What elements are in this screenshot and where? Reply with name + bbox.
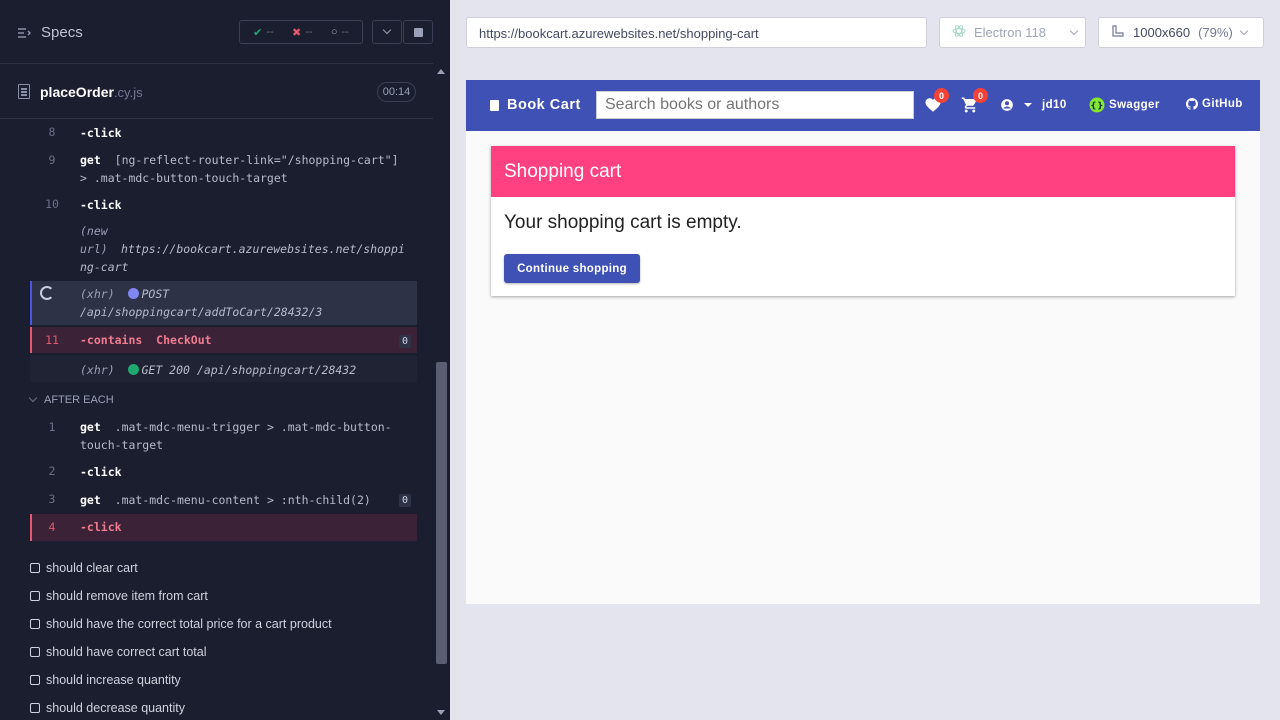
pending-count: -- <box>341 26 349 38</box>
command-row-xhr-pending[interactable]: (xhr) POST/api/shoppingcart/addToCart/28… <box>30 281 417 325</box>
expand-button[interactable] <box>372 20 402 44</box>
command-row-new-url[interactable]: (new url) https://bookcart.azurewebsites… <box>30 221 417 279</box>
app-under-test: Book Cart 0 0 jd10 {} Swagger GitHub Sho… <box>466 80 1260 604</box>
test-pending-icon <box>30 675 40 685</box>
duration-badge: 00:14 <box>377 82 416 102</box>
specs-title: Specs <box>41 24 83 41</box>
command-row[interactable]: 2 -click <box>30 461 417 483</box>
chevron-down-icon <box>1239 26 1249 35</box>
test-item[interactable]: should remove item from cart <box>30 589 430 603</box>
brand-link[interactable]: Book Cart <box>490 97 581 113</box>
document-icon <box>18 84 30 99</box>
scroll-up-icon[interactable] <box>437 69 445 74</box>
browser-name: Electron 118 <box>974 25 1047 40</box>
spec-file-name[interactable]: placeOrder.cy.js <box>40 84 143 100</box>
shopping-cart-card: Shopping cart Your shopping cart is empt… <box>491 146 1235 296</box>
zoom-level: (79%) <box>1198 25 1233 40</box>
test-item[interactable]: should clear cart <box>30 561 430 575</box>
test-pending-icon <box>30 563 40 573</box>
scrollbar-thumb[interactable] <box>436 362 447 664</box>
wishlist-count-badge: 0 <box>934 88 949 103</box>
runnable-list: placeOrder.cy.js 00:14 8 -click 9 get [n… <box>0 65 433 720</box>
pending-icon: ○ <box>330 26 338 38</box>
empty-cart-message: Your shopping cart is empty. <box>504 212 742 233</box>
xhr-success-dot <box>128 364 140 375</box>
command-row-failed[interactable]: 4 -click <box>30 514 417 541</box>
after-each-hook[interactable]: AFTER EACH <box>28 393 114 406</box>
reporter-scrollbar[interactable] <box>433 64 450 720</box>
command-row-xhr[interactable]: (xhr) GET 200 /api/shoppingcart/28432 <box>30 356 417 382</box>
swagger-link[interactable]: {} Swagger <box>1089 97 1160 113</box>
svg-text:{}: {} <box>1090 102 1104 112</box>
reporter-panel: Specs ✔ -- ✖ -- ○ -- placeOrder.cy.js 00:14… <box>0 0 450 720</box>
command-row[interactable]: 1 get .mat-mdc-menu-trigger > .mat-mdc-b… <box>30 416 417 456</box>
stop-button[interactable] <box>403 20 433 44</box>
element-count-badge: 0 <box>399 335 411 348</box>
caret-down-icon <box>1024 103 1032 107</box>
cart-count-badge: 0 <box>973 88 988 103</box>
github-icon <box>1186 98 1198 110</box>
github-link[interactable]: GitHub <box>1186 98 1243 110</box>
loading-spinner-icon <box>40 286 54 300</box>
stop-icon <box>413 27 423 37</box>
book-icon <box>490 99 499 111</box>
test-pending-icon <box>30 591 40 601</box>
test-item[interactable]: should have correct cart total <box>30 645 430 659</box>
chevron-down-icon <box>28 393 38 403</box>
command-row[interactable]: 3 get .mat-mdc-menu-content > :nth-child… <box>30 489 417 511</box>
scroll-down-icon[interactable] <box>437 710 445 715</box>
electron-icon <box>952 24 966 41</box>
failed-count: -- <box>305 26 313 38</box>
search-input[interactable] <box>596 91 914 119</box>
specs-list-icon <box>17 26 32 40</box>
app-toolbar: Book Cart 0 0 jd10 {} Swagger GitHub <box>466 80 1260 131</box>
cart-button[interactable]: 0 <box>961 88 988 116</box>
ruler-icon <box>1111 24 1125 41</box>
reporter-header: Specs ✔ -- ✖ -- ○ -- <box>0 0 433 64</box>
command-row[interactable]: 8 -click <box>30 122 417 144</box>
test-item[interactable]: should increase quantity <box>30 673 430 687</box>
specs-toggle[interactable]: Specs <box>17 24 83 41</box>
viewport-size: 1000x660 <box>1133 25 1191 40</box>
passed-count: -- <box>266 26 274 38</box>
browser-select[interactable]: Electron 118 <box>939 17 1086 48</box>
user-menu-button[interactable]: jd10 <box>1000 98 1067 112</box>
test-pending-icon <box>30 703 40 713</box>
command-row[interactable]: 9 get [ng-reflect-router-link="/shopping… <box>30 150 417 190</box>
command-row-failed[interactable]: 11 -contains CheckOut 0 <box>30 327 417 353</box>
element-count-badge: 0 <box>399 494 411 507</box>
stats-box: ✔ -- ✖ -- ○ -- <box>239 20 363 44</box>
passed-icon: ✔ <box>253 26 263 39</box>
chevron-down-icon <box>1069 26 1079 35</box>
wishlist-button[interactable]: 0 <box>924 88 949 116</box>
chevron-down-icon <box>382 25 392 35</box>
test-pending-icon <box>30 647 40 657</box>
account-icon <box>1001 99 1013 111</box>
spec-file-header: placeOrder.cy.js 00:14 <box>0 65 433 119</box>
failed-icon: ✖ <box>291 26 302 39</box>
url-bar[interactable]: https://bookcart.azurewebsites.net/shopp… <box>466 17 927 48</box>
test-item[interactable]: should decrease quantity <box>30 701 430 715</box>
command-row[interactable]: 10 -click <box>30 194 417 216</box>
continue-shopping-button[interactable]: Continue shopping <box>504 254 640 283</box>
xhr-pending-dot <box>128 288 140 299</box>
card-title: Shopping cart <box>491 146 1235 197</box>
viewport-select[interactable]: 1000x660 (79%) <box>1098 17 1264 48</box>
test-item[interactable]: should have the correct total price for … <box>30 617 430 631</box>
test-pending-icon <box>30 619 40 629</box>
swagger-icon: {} <box>1089 97 1105 113</box>
